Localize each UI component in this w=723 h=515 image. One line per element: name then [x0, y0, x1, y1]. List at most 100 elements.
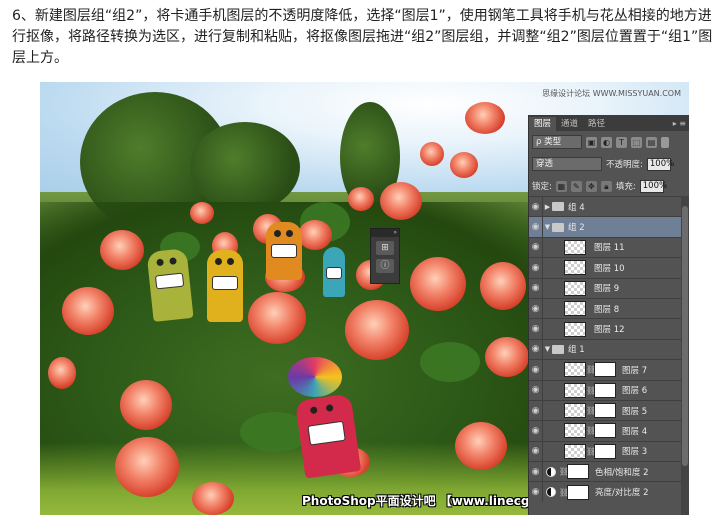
rose-flower	[248, 292, 306, 344]
collapse-arrow-icon[interactable]: ▼	[543, 345, 552, 353]
fill-label: 填充:	[615, 182, 636, 192]
rose-flower	[192, 482, 234, 515]
collapse-arrow-icon[interactable]: ▼	[543, 223, 552, 231]
visibility-eye-icon[interactable]: ◉	[529, 258, 543, 278]
instruction-text: 6、新建图层组“组2”，将卡通手机图层的不透明度降低，选择“图层1”，使用钢笔工…	[12, 8, 713, 66]
visibility-eye-icon[interactable]: ◉	[529, 298, 543, 319]
layer-thumbnail	[564, 260, 586, 276]
filter-smart-object-icon[interactable]: ▤	[646, 136, 657, 148]
filter-shape-icon[interactable]: ⬚	[631, 136, 642, 148]
cartoon-phone-yellow	[207, 250, 243, 322]
folder-icon	[552, 202, 564, 212]
layer-thumbnail	[564, 443, 586, 459]
layer-name: 图层 11	[594, 243, 625, 254]
lock-image-icon[interactable]: ✎	[570, 180, 582, 192]
adjustment-layer-icon	[546, 487, 556, 498]
visibility-eye-icon[interactable]: ◉	[529, 319, 543, 339]
visibility-eye-icon[interactable]: ◉	[529, 339, 543, 360]
opacity-label: 不透明度:	[606, 160, 643, 170]
visibility-eye-icon[interactable]: ◉	[529, 421, 543, 441]
collapse-button[interactable]: »	[371, 229, 399, 237]
layer-name: 图层 6	[622, 386, 648, 397]
layer-row-adjustment[interactable]: ◉ ⛓︎ 亮度/对比度 2	[529, 481, 681, 502]
lock-all-icon[interactable]: 🔒︎	[600, 180, 612, 192]
rose-flower	[62, 287, 114, 335]
cartoon-splash-decoration	[288, 357, 342, 397]
brush-presets-icon[interactable]: ⊞	[376, 241, 394, 255]
filter-pixel-icon[interactable]: ▣	[586, 136, 597, 148]
layer-row[interactable]: ◉ 图层 11	[529, 236, 681, 258]
lock-transparent-icon[interactable]: ▦	[555, 180, 567, 192]
layer-row[interactable]: ◉ ⛓︎ 图层 6	[529, 379, 681, 400]
layer-mask-thumbnail	[594, 423, 616, 439]
rose-flower	[48, 357, 76, 389]
layer-name: 图层 8	[594, 304, 620, 315]
cartoon-phone-orange	[266, 222, 302, 280]
layer-name: 色相/饱和度 2	[595, 467, 649, 478]
layer-row[interactable]: ◉ 图层 12	[529, 318, 681, 339]
visibility-eye-icon[interactable]: ◉	[529, 400, 543, 421]
layer-name: 图层 5	[622, 406, 648, 417]
blend-mode-select[interactable]: 穿透	[532, 157, 602, 171]
visibility-eye-icon[interactable]: ◉	[529, 197, 543, 217]
layer-name: 图层 3	[622, 447, 648, 458]
visibility-eye-icon[interactable]: ◉	[529, 360, 543, 380]
layer-name: 图层 7	[622, 365, 648, 376]
visibility-eye-icon[interactable]: ◉	[529, 380, 543, 400]
expand-arrow-icon[interactable]: ▶	[543, 203, 552, 211]
visibility-eye-icon[interactable]: ◉	[529, 482, 543, 502]
layer-row-group-2[interactable]: ◉ ▼ 组 2	[529, 216, 681, 237]
layer-row[interactable]: ◉ 图层 9	[529, 277, 681, 298]
layer-mask-thumbnail	[594, 362, 616, 378]
layer-thumbnail	[564, 239, 586, 255]
rose-flower	[345, 300, 409, 360]
rose-flower	[410, 257, 466, 311]
rose-flower	[455, 422, 507, 470]
visibility-eye-icon[interactable]: ◉	[529, 462, 543, 482]
rose-flower	[298, 220, 332, 250]
layers-panel: 图层 通道 路径 ▸ ≡ ρ 类型 ▣ ◐ T ⬚ ▤ 穿透 不透明度: 100…	[528, 115, 689, 515]
layer-row-group-1[interactable]: ◉ ▼ 组 1	[529, 338, 681, 360]
layer-name: 图层 4	[622, 426, 648, 437]
visibility-eye-icon[interactable]: ◉	[529, 278, 543, 298]
filter-row: ρ 类型 ▣ ◐ T ⬚ ▤	[529, 131, 689, 153]
layer-row[interactable]: ◉ 图层 10	[529, 257, 681, 278]
link-chain-icon: ⛓︎	[586, 446, 597, 456]
rose-flower	[485, 337, 529, 377]
visibility-eye-icon[interactable]: ◉	[529, 441, 543, 462]
tab-layers[interactable]: 图层	[529, 117, 557, 131]
filter-type-icon[interactable]: T	[616, 136, 627, 148]
link-chain-icon: ⛓︎	[586, 385, 597, 395]
rose-flower	[115, 437, 179, 497]
lock-position-icon[interactable]: ✥	[585, 180, 597, 192]
cartoon-phone-teal	[323, 247, 345, 297]
layer-thumbnail	[564, 403, 586, 419]
panel-menu-icon[interactable]: ▸ ≡	[673, 117, 689, 131]
filter-kind-select[interactable]: ρ 类型	[532, 135, 582, 149]
layers-scrollbar[interactable]	[681, 196, 689, 515]
tab-paths[interactable]: 路径	[583, 117, 610, 131]
filter-adjustment-icon[interactable]: ◐	[601, 136, 612, 148]
layer-thumbnail	[564, 362, 586, 378]
layer-thumbnail	[564, 382, 586, 398]
scrollbar-thumb[interactable]	[682, 206, 688, 466]
visibility-eye-icon[interactable]: ◉	[529, 217, 543, 237]
layer-row[interactable]: ◉ 图层 8	[529, 297, 681, 319]
opacity-input[interactable]: 100%	[646, 157, 674, 171]
layer-row-adjustment[interactable]: ◉ ⛓︎ 色相/饱和度 2	[529, 461, 681, 482]
folder-icon	[552, 222, 564, 232]
layer-thumbnail	[564, 280, 586, 296]
collapsed-panel-dock[interactable]: » ⊞ ⓘ	[370, 228, 400, 284]
layer-row[interactable]: ◉ ⛓︎ 图层 7	[529, 359, 681, 380]
fill-input[interactable]: 100%	[639, 179, 667, 193]
layer-row-group-4[interactable]: ◉ ▶ 组 4	[529, 196, 681, 217]
visibility-eye-icon[interactable]: ◉	[529, 237, 543, 258]
tab-channels[interactable]: 通道	[556, 117, 583, 131]
filter-toggle[interactable]	[661, 136, 669, 148]
layer-name: 图层 12	[594, 325, 625, 336]
layer-row[interactable]: ◉ ⛓︎ 图层 4	[529, 420, 681, 441]
info-icon[interactable]: ⓘ	[376, 259, 394, 273]
layer-row[interactable]: ◉ ⛓︎ 图层 5	[529, 399, 681, 421]
panel-tabs: 图层 通道 路径 ▸ ≡	[529, 115, 689, 131]
layer-row[interactable]: ◉ ⛓︎ 图层 3	[529, 440, 681, 462]
